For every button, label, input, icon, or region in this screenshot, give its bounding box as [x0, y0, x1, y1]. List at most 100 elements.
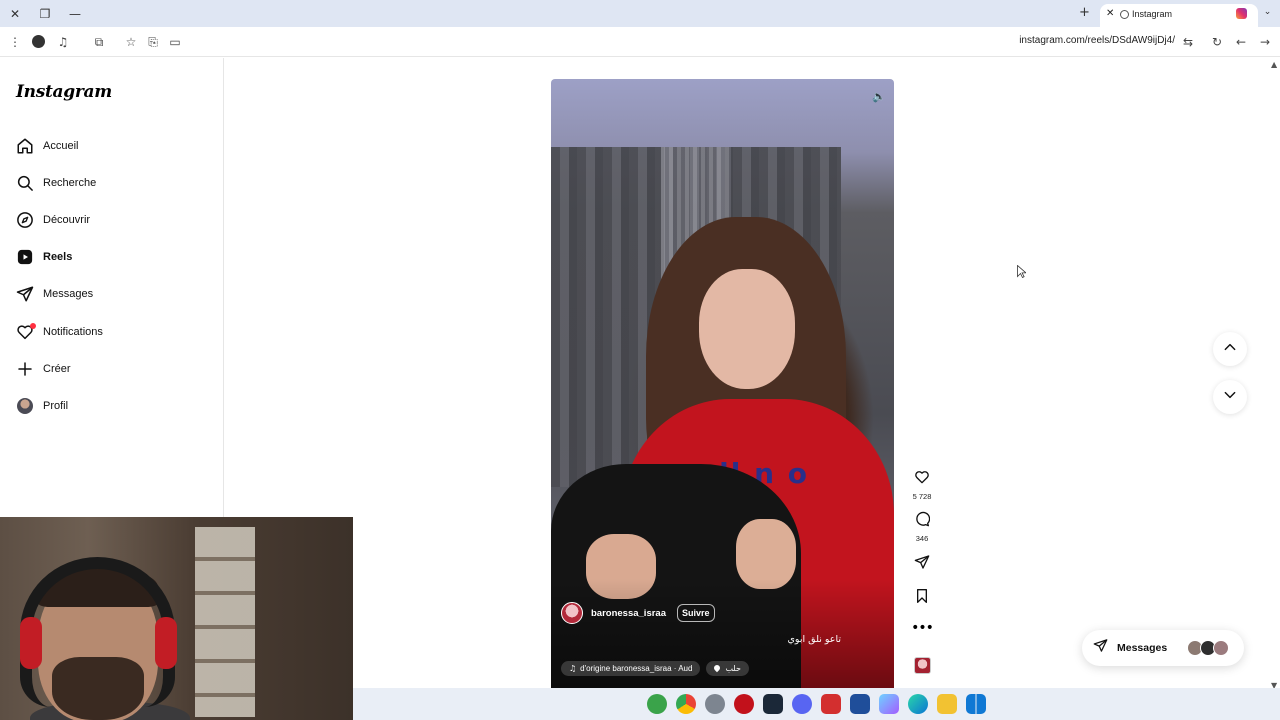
sidebar-item-messages[interactable]: Messages: [16, 282, 206, 306]
forward-icon[interactable]: →: [1257, 34, 1273, 50]
webcam-shelf: [195, 527, 255, 717]
windows-start-icon[interactable]: [966, 694, 986, 714]
sidebar-item-label: Messages: [43, 288, 94, 300]
instagram-logo[interactable]: Instagram: [16, 82, 112, 102]
menu-kebab-icon[interactable]: ⋮: [7, 34, 23, 50]
scroll-up-icon[interactable]: ▲: [1271, 60, 1277, 69]
video-person-face: [699, 269, 795, 389]
translate-icon[interactable]: ⎘: [145, 34, 161, 50]
author-username[interactable]: baronessa_israa: [591, 608, 666, 619]
next-reel-button[interactable]: [1213, 380, 1247, 414]
mouse-cursor: [1017, 264, 1028, 283]
audio-label: d'origine baronessa_israa · Aud: [580, 663, 693, 673]
avatar: [1213, 640, 1229, 656]
chevron-down-icon: [1223, 388, 1237, 407]
new-tab-icon[interactable]: +: [1079, 5, 1090, 20]
like-count[interactable]: 5 728: [913, 492, 932, 501]
steam-icon[interactable]: [763, 694, 783, 714]
webcam-headphone-cup: [155, 617, 177, 669]
sidebar-item-accueil[interactable]: Accueil: [16, 134, 206, 158]
taskbar-app-icon[interactable]: [850, 694, 870, 714]
more-options-icon[interactable]: •••: [911, 621, 934, 635]
address-bar[interactable]: instagram.com/reels/DSdAW9ijDj4/: [980, 35, 1175, 46]
share-send-icon[interactable]: [914, 554, 930, 575]
reel-author: baronessa_israa Suivre: [561, 602, 715, 624]
messages-label: Messages: [1117, 642, 1168, 654]
tab-favicon-icon: [1120, 10, 1129, 19]
minimize-window-icon[interactable]: —: [67, 6, 83, 22]
chevron-up-icon: [1223, 340, 1237, 359]
previous-reel-button[interactable]: [1213, 332, 1247, 366]
tab-title: Instagram: [1132, 9, 1173, 19]
sidebar-item-decouvrir[interactable]: Découvrir: [16, 208, 206, 232]
taskbar-app-icon[interactable]: [734, 694, 754, 714]
close-window-icon[interactable]: ✕: [7, 6, 23, 22]
site-settings-icon[interactable]: ⇆: [1180, 34, 1196, 50]
message-avatars: [1187, 640, 1229, 656]
sidebar-item-reels[interactable]: Reels: [16, 245, 206, 269]
more-action: •••: [910, 621, 934, 635]
bookmark-star-icon[interactable]: ☆: [123, 34, 139, 50]
sidebar-item-label: Créer: [43, 363, 71, 375]
location-chip[interactable]: حلب: [706, 660, 749, 676]
extensions-icon[interactable]: ⧉: [91, 34, 107, 50]
windows-taskbar: [353, 688, 1280, 720]
webcam-headphones: [20, 557, 175, 707]
restore-window-icon[interactable]: ❐: [37, 6, 53, 22]
reel-meta-row: ♫ d'origine baronessa_israa · Aud حلب: [561, 659, 749, 677]
profile-icon[interactable]: [32, 35, 45, 48]
comment-count[interactable]: 346: [916, 534, 929, 543]
sidebar-item-profil[interactable]: Profil: [16, 394, 206, 418]
share-action: [910, 554, 934, 575]
settings-gear-icon[interactable]: [705, 694, 725, 714]
sidebar-item-label: Accueil: [43, 140, 79, 152]
reel-caption: تاعو نلق ابوي: [787, 634, 842, 645]
location-pin-icon: [713, 663, 722, 673]
reload-icon[interactable]: ↻: [1209, 34, 1225, 50]
back-icon[interactable]: ←: [1233, 34, 1249, 50]
comment-icon[interactable]: [914, 511, 931, 532]
edge-icon[interactable]: [908, 694, 928, 714]
author-avatar[interactable]: [561, 602, 583, 624]
file-explorer-icon[interactable]: [937, 694, 957, 714]
heart-icon: [16, 323, 36, 341]
browser-toolbar: ⋮ ♫ ⧉ ☆ ⎘ ▭ instagram.com/reels/DSdAW9ij…: [0, 27, 1280, 57]
audio-thumb-action: [910, 657, 934, 674]
home-icon: [16, 137, 34, 155]
taskbar-app-icon[interactable]: [879, 694, 899, 714]
tab-close-icon[interactable]: ✕: [1106, 4, 1114, 24]
plus-icon: [16, 360, 34, 378]
audio-thumbnail[interactable]: [913, 657, 931, 674]
tab-dropdown-icon[interactable]: ⌄: [1260, 5, 1275, 20]
sidebar-item-label: Notifications: [43, 326, 103, 338]
volume-icon[interactable]: 🔈: [869, 87, 889, 107]
taskbar-app-icon[interactable]: [647, 694, 667, 714]
comment-action: 346: [910, 511, 934, 543]
save-action: [910, 588, 934, 609]
sidebar-item-recherche[interactable]: Recherche: [16, 171, 206, 195]
sidebar-item-creer[interactable]: Créer: [16, 357, 206, 381]
media-control-icon[interactable]: ♫: [55, 34, 71, 50]
tab-instagram[interactable]: ✕ Instagram: [1100, 4, 1258, 27]
discord-icon[interactable]: [792, 694, 812, 714]
sidebar-item-label: Découvrir: [43, 214, 91, 226]
sidebar-item-notifications[interactable]: Notifications: [16, 320, 206, 344]
notification-dot: [30, 323, 36, 329]
follow-button[interactable]: Suivre: [677, 604, 715, 622]
browser-tabbar: ✕ ❐ — + ✕ Instagram ⌄: [0, 0, 1280, 27]
messages-floating-button[interactable]: Messages: [1082, 630, 1244, 666]
bookmark-icon[interactable]: [914, 588, 930, 609]
like-heart-icon[interactable]: [914, 469, 930, 490]
chrome-icon[interactable]: [676, 694, 696, 714]
cast-icon[interactable]: ▭: [167, 34, 183, 50]
reel-video[interactable]: noll n o 🔈 baronessa_israa Suivre تاعو ن…: [551, 79, 894, 688]
avatar: [16, 397, 34, 415]
audio-chip[interactable]: ♫ d'origine baronessa_israa · Aud: [561, 660, 701, 676]
location-label: حلب: [725, 663, 741, 673]
sidebar-item-label: Recherche: [43, 177, 97, 189]
page-scrollbar[interactable]: ▲ ▼: [1270, 58, 1280, 690]
music-note-icon: ♫: [569, 663, 577, 673]
send-icon: [1093, 638, 1108, 658]
instagram-extension-icon[interactable]: [1236, 8, 1247, 19]
taskbar-app-icon[interactable]: [821, 694, 841, 714]
